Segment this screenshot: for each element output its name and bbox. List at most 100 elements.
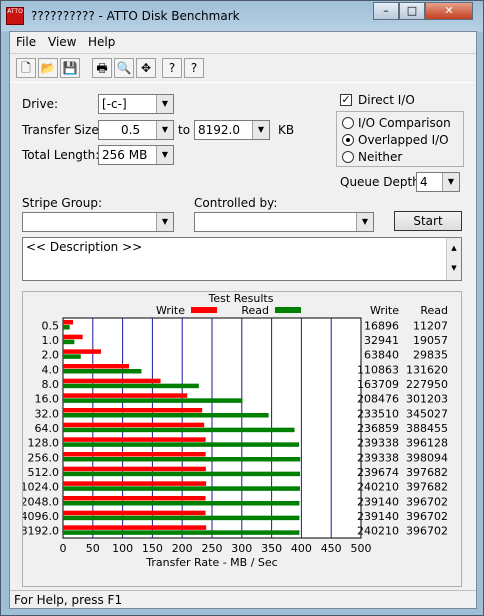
move-icon[interactable]: ✥ bbox=[136, 58, 156, 78]
transfer-size-from-select[interactable]: 0.5 ▼ bbox=[98, 120, 174, 140]
total-length-value: 256 MB bbox=[102, 148, 148, 162]
write-bar bbox=[63, 393, 188, 398]
transfer-to-value: 8192.0 bbox=[198, 123, 240, 137]
y-tick-label: 1024.0 bbox=[23, 481, 59, 494]
write-column-header: Write bbox=[370, 304, 399, 317]
read-bar bbox=[63, 501, 300, 506]
read-value-label: 301203 bbox=[406, 393, 448, 406]
drive-select[interactable]: [-c-] ▼ bbox=[98, 94, 174, 114]
y-tick-label: 64.0 bbox=[35, 422, 60, 435]
read-bar bbox=[63, 471, 301, 477]
title-bar[interactable]: ATTO ?????????? - ATTO Disk Benchmark – … bbox=[1, 1, 483, 31]
maximize-icon[interactable]: □ bbox=[399, 2, 425, 20]
neither-label: Neither bbox=[358, 150, 403, 164]
chevron-down-icon: ▼ bbox=[156, 121, 173, 139]
results-chart: Test ResultsWrite Read0 50 100 150 200 250 300 3… bbox=[23, 292, 448, 569]
window-title: ?????????? - ATTO Disk Benchmark bbox=[31, 9, 240, 23]
description-scrollbar[interactable]: ▲ ▼ bbox=[446, 238, 461, 280]
io-comparison-radio[interactable] bbox=[342, 117, 354, 129]
write-value-label: 236859 bbox=[357, 422, 399, 435]
stripe-group-select[interactable]: ▼ bbox=[22, 212, 174, 232]
menu-view[interactable]: View bbox=[48, 35, 76, 49]
read-value-label: 396702 bbox=[406, 525, 448, 538]
read-value-label: 345027 bbox=[406, 407, 448, 420]
write-value-label: 63840 bbox=[364, 349, 399, 362]
read-value-label: 131620 bbox=[406, 363, 448, 376]
status-bar: For Help, press F1 bbox=[10, 590, 476, 609]
chevron-down-icon: ▼ bbox=[252, 121, 269, 139]
write-value-label: 208476 bbox=[357, 393, 399, 406]
write-bar bbox=[63, 334, 83, 340]
save-icon[interactable]: 💾 bbox=[60, 58, 80, 78]
y-tick-label: 128.0 bbox=[28, 437, 60, 450]
close-icon[interactable]: ✕ bbox=[425, 2, 473, 20]
read-value-label: 397682 bbox=[406, 481, 448, 494]
write-value-label: 163709 bbox=[357, 378, 399, 391]
print-icon[interactable]: 🖶 bbox=[92, 58, 112, 78]
y-tick-label: 1.0 bbox=[42, 334, 60, 347]
client-area: File View Help 🗋 📂 💾 🖶 🔍 ✥ ? ? Drive: [-… bbox=[9, 31, 477, 609]
open-folder-icon[interactable]: 📂 bbox=[38, 58, 58, 78]
transfer-size-to-select[interactable]: 8192.0 ▼ bbox=[194, 120, 270, 140]
y-tick-label: 16.0 bbox=[35, 393, 60, 406]
write-value-label: 32941 bbox=[364, 334, 399, 347]
x-tick-label: 200 bbox=[172, 542, 193, 555]
description-text: << Description >> bbox=[26, 240, 143, 254]
x-tick-label: 100 bbox=[112, 542, 133, 555]
total-length-select[interactable]: 256 MB ▼ bbox=[98, 145, 174, 165]
direct-io-checkbox[interactable]: ✓ bbox=[340, 94, 352, 106]
help-icon[interactable]: ? bbox=[162, 58, 182, 78]
write-bar bbox=[63, 496, 206, 501]
neither-radio[interactable] bbox=[342, 151, 354, 163]
x-tick-label: 150 bbox=[142, 542, 163, 555]
menu-help[interactable]: Help bbox=[88, 35, 115, 49]
print-preview-icon[interactable]: 🔍 bbox=[114, 58, 134, 78]
menu-bar: File View Help bbox=[10, 32, 476, 52]
read-column-header: Read bbox=[420, 304, 448, 317]
app-window: ATTO ?????????? - ATTO Disk Benchmark – … bbox=[0, 0, 484, 616]
benchmark-panel: Drive: [-c-] ▼ Transfer Size: 0.5 ▼ to 8… bbox=[10, 82, 476, 591]
read-value-label: 396702 bbox=[406, 510, 448, 523]
status-text: For Help, press F1 bbox=[14, 593, 123, 607]
io-comparison-label: I/O Comparison bbox=[358, 116, 451, 130]
minimize-icon[interactable]: – bbox=[373, 2, 399, 20]
direct-io-label: Direct I/O bbox=[358, 93, 415, 107]
write-bar bbox=[63, 437, 206, 442]
y-tick-label: 0.5 bbox=[42, 319, 60, 332]
menu-file[interactable]: File bbox=[16, 35, 36, 49]
queue-depth-select[interactable]: 4 ▼ bbox=[416, 172, 460, 192]
controlled-by-select[interactable]: ▼ bbox=[194, 212, 374, 232]
read-bar bbox=[63, 383, 199, 389]
start-button[interactable]: Start bbox=[394, 211, 462, 231]
context-help-icon[interactable]: ? bbox=[184, 58, 204, 78]
x-tick-label: 450 bbox=[321, 542, 342, 555]
read-bar bbox=[63, 427, 295, 433]
read-bar bbox=[63, 398, 243, 403]
x-axis-label: Transfer Rate - MB / Sec bbox=[145, 556, 277, 569]
write-bar bbox=[63, 364, 130, 369]
read-bar bbox=[63, 457, 301, 462]
read-value-label: 396128 bbox=[406, 437, 448, 450]
read-bar bbox=[63, 325, 70, 330]
write-value-label: 239338 bbox=[357, 451, 399, 464]
read-bar bbox=[63, 413, 269, 418]
write-value-label: 233510 bbox=[357, 407, 399, 420]
description-field[interactable]: << Description >> ▲ ▼ bbox=[22, 237, 462, 281]
write-bar bbox=[63, 481, 207, 486]
x-tick-label: 300 bbox=[231, 542, 252, 555]
read-value-label: 19057 bbox=[413, 334, 448, 347]
y-tick-label: 8192.0 bbox=[23, 525, 59, 538]
write-value-label: 239674 bbox=[357, 466, 399, 479]
write-value-label: 16896 bbox=[364, 319, 399, 332]
y-tick-label: 2.0 bbox=[42, 349, 60, 362]
read-value-label: 29835 bbox=[413, 349, 448, 362]
overlapped-io-radio[interactable] bbox=[342, 134, 354, 146]
queue-depth-value: 4 bbox=[420, 175, 428, 189]
new-file-icon[interactable]: 🗋 bbox=[16, 58, 36, 78]
test-results-group: Test Results Write Read 0 50 100 150 200 250 300 3… bbox=[22, 291, 462, 587]
read-bar bbox=[63, 339, 75, 345]
read-value-label: 398094 bbox=[406, 451, 448, 464]
chevron-down-icon: ▼ bbox=[156, 95, 173, 113]
drive-value: [-c-] bbox=[102, 97, 127, 111]
toolbar: 🗋 📂 💾 🖶 🔍 ✥ ? ? bbox=[10, 53, 476, 83]
